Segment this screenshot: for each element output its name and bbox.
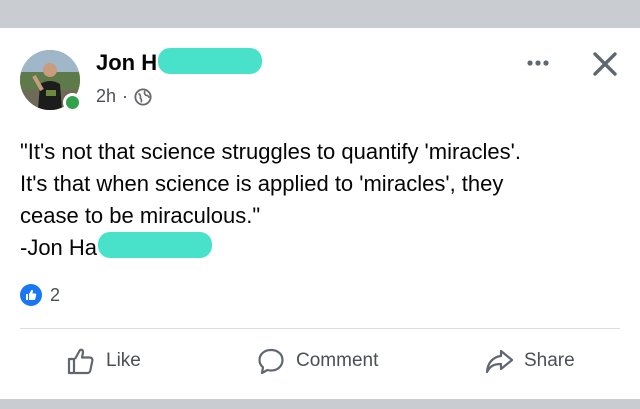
close-icon[interactable] [587, 46, 623, 82]
more-options-icon[interactable] [523, 48, 553, 78]
reaction-count[interactable]: 2 [50, 285, 60, 306]
globe-icon[interactable] [134, 87, 152, 106]
reactions-summary[interactable]: 2 [20, 284, 60, 306]
share-button[interactable]: Share [484, 346, 575, 376]
post-actions-bar: Like Comment Share [0, 346, 640, 382]
top-divider-bar [0, 0, 640, 28]
post-timestamp[interactable]: 2h [96, 86, 116, 107]
share-arrow-icon [485, 349, 514, 374]
post-meta: 2h · [96, 86, 152, 107]
post-card: Jon H 2h · "It's not that science strugg… [0, 28, 640, 399]
online-status-indicator [63, 93, 82, 112]
comment-icon [258, 348, 284, 375]
thumbs-up-icon [67, 348, 94, 375]
signature-redaction [98, 232, 212, 258]
comment-label: Comment [296, 350, 379, 371]
like-label: Like [106, 350, 141, 371]
share-label: Share [524, 350, 575, 371]
actions-divider [20, 328, 620, 329]
bottom-divider-bar [0, 399, 640, 409]
author-name[interactable]: Jon H [96, 50, 157, 76]
like-badge-icon [20, 284, 42, 306]
meta-separator: · [122, 86, 129, 106]
like-button[interactable]: Like [66, 346, 141, 376]
name-redaction [158, 48, 262, 74]
comment-button[interactable]: Comment [256, 346, 378, 376]
